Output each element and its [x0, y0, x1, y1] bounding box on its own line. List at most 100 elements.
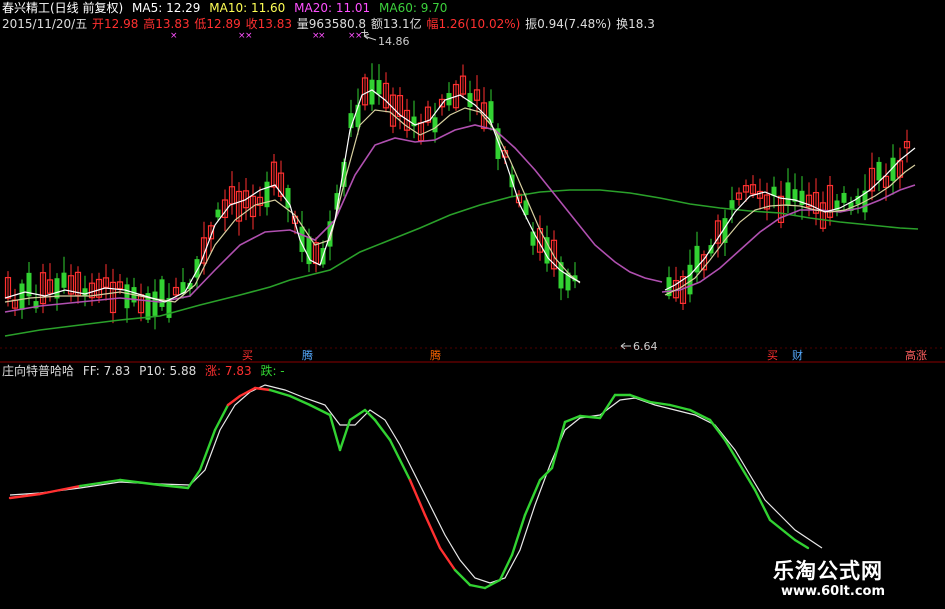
candlestick	[299, 211, 305, 263]
candlestick	[95, 272, 103, 304]
event-tag[interactable]: 财	[790, 350, 805, 362]
indicator-segment	[793, 538, 810, 550]
candlestick	[572, 262, 578, 289]
candlestick	[855, 188, 861, 214]
candlestick	[312, 237, 320, 273]
candlestick	[382, 72, 390, 113]
signal-marker: ×	[170, 31, 178, 41]
candlestick	[771, 176, 777, 209]
indicator-segment	[483, 578, 502, 590]
indicator-segment	[550, 420, 567, 470]
candlestick	[826, 175, 834, 226]
indicator-segment	[453, 568, 472, 587]
candlestick	[264, 171, 270, 216]
candlestick	[862, 174, 868, 221]
candlestick	[102, 264, 110, 301]
indicator-segment	[288, 394, 312, 407]
indicator-segment	[723, 438, 742, 467]
indicator-segment	[738, 463, 757, 492]
candlestick	[882, 163, 890, 201]
indicator-segment	[768, 518, 787, 534]
candlestick	[109, 268, 117, 324]
signal-marker: ×	[318, 31, 326, 41]
candlestick	[763, 182, 771, 221]
candlestick	[834, 194, 840, 217]
indicator-segment	[253, 386, 272, 392]
event-tag[interactable]: 腾	[428, 350, 443, 362]
indicator-segment	[213, 403, 230, 432]
candlestick	[61, 256, 67, 294]
candlestick	[152, 279, 158, 330]
candlestick	[424, 100, 432, 126]
candlestick	[270, 154, 278, 196]
candlestick	[777, 180, 785, 229]
indicator-segment	[753, 488, 772, 522]
indicator-segment	[363, 408, 377, 422]
candlestick	[116, 273, 124, 295]
indicator-segment	[328, 413, 342, 452]
candlestick	[432, 102, 438, 143]
candlestick	[896, 147, 904, 189]
event-tag[interactable]: 买	[240, 350, 255, 362]
candlestick	[735, 187, 743, 206]
event-tag[interactable]: 腾	[300, 350, 315, 362]
indicator-segment	[783, 530, 797, 542]
candlestick	[446, 82, 452, 111]
signal-marker: ×	[245, 31, 253, 41]
ma10-line	[4, 107, 916, 303]
indicator-segment	[308, 403, 332, 417]
candlestick	[46, 263, 54, 302]
candlestick	[841, 186, 847, 212]
candlestick	[848, 196, 854, 215]
indicator-main-line	[8, 386, 810, 590]
candlestick	[74, 266, 82, 304]
candlestick	[235, 182, 243, 236]
watermark-title: 乐淘公式网	[773, 559, 883, 583]
indicator-segment	[348, 408, 367, 422]
candlestick	[417, 113, 425, 145]
candlestick	[159, 275, 165, 311]
candlestick	[536, 215, 544, 261]
candlestick	[544, 225, 550, 272]
event-tag[interactable]: 高涨	[903, 350, 929, 362]
indicator-segment	[408, 478, 427, 517]
candlestick	[868, 152, 876, 201]
candlestick	[785, 168, 791, 214]
indicator-segment	[510, 513, 527, 557]
candlestick	[515, 190, 523, 208]
indicator-segment	[563, 414, 582, 424]
candlestick	[33, 284, 39, 313]
candlestick	[903, 129, 911, 163]
candlestick	[799, 176, 805, 220]
candlestick	[792, 173, 798, 217]
candlestick	[369, 63, 375, 111]
candlestick	[459, 64, 467, 99]
candlestick	[228, 171, 236, 215]
indicator-segment	[438, 546, 457, 572]
candlestick	[221, 189, 229, 232]
indicator-segment	[598, 393, 617, 420]
candlestick-chart[interactable]: × × × ×× × ×+ 14.86 6.64	[0, 0, 945, 609]
indicator-segment	[186, 468, 202, 490]
indicator-segment	[468, 583, 487, 590]
candlestick	[876, 157, 882, 192]
candlestick	[376, 64, 382, 105]
candlestick	[722, 209, 728, 257]
indicator-segment	[538, 466, 554, 482]
candlestick	[124, 277, 130, 323]
candlestick	[166, 283, 172, 323]
event-tag[interactable]: 买	[765, 350, 780, 362]
indicator-segment	[373, 418, 392, 442]
candlestick	[708, 238, 714, 257]
watermark: 乐淘公式网 www.60lt.com	[762, 553, 940, 603]
high-price-label: 14.86	[378, 35, 410, 48]
indicator-segment	[708, 418, 727, 442]
low-price-label: 6.64	[633, 340, 658, 353]
candlestick	[320, 240, 326, 268]
candlestick	[480, 87, 488, 132]
indicator-segment	[158, 483, 190, 490]
high-price-marker: 14.86	[363, 33, 410, 48]
candlestick	[11, 288, 19, 317]
candlestick	[285, 184, 291, 223]
watermark-url: www.60lt.com	[781, 584, 886, 599]
